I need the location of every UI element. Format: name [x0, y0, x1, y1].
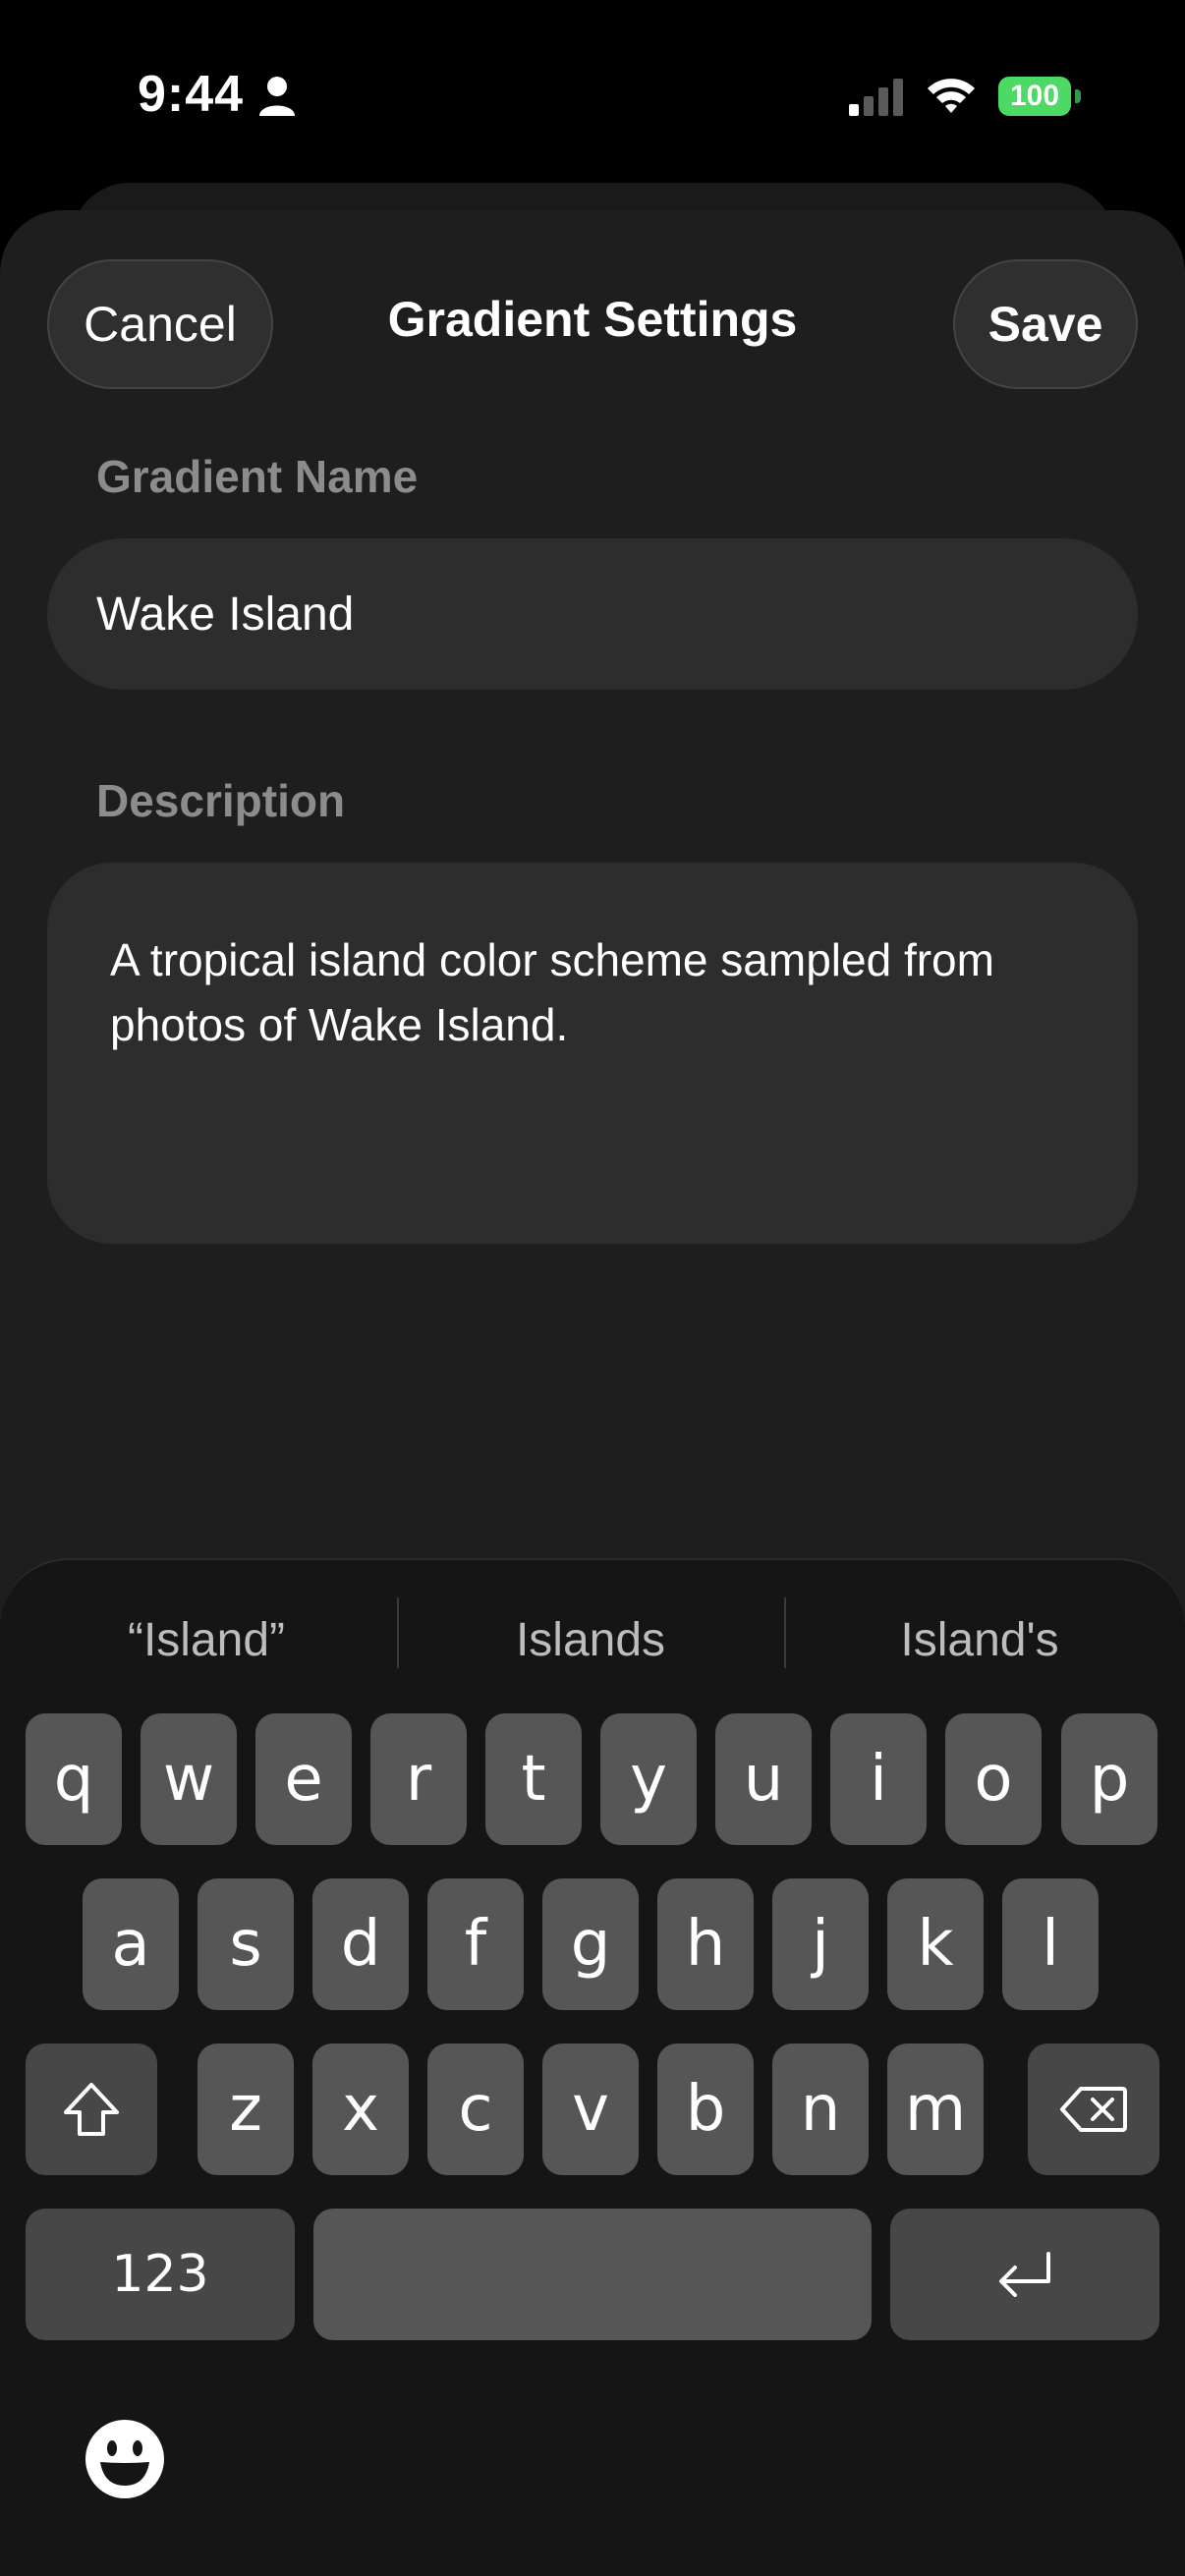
delete-key[interactable]	[1028, 2044, 1159, 2175]
wifi-icon	[928, 79, 975, 113]
key-s[interactable]: s	[198, 1878, 294, 2010]
key-e[interactable]: e	[255, 1713, 352, 1845]
key-k[interactable]: k	[887, 1878, 984, 2010]
backspace-icon	[1060, 2087, 1127, 2132]
key-z[interactable]: z	[198, 2044, 294, 2175]
gradient-name-input[interactable]: Wake Island	[47, 538, 1138, 690]
description-textarea[interactable]: A tropical island color scheme sampled f…	[47, 863, 1138, 1244]
key-t[interactable]: t	[485, 1713, 582, 1845]
gradient-name-value: Wake Island	[96, 588, 355, 641]
key-x[interactable]: x	[312, 2044, 409, 2175]
key-p[interactable]: p	[1061, 1713, 1157, 1845]
key-n[interactable]: n	[772, 2044, 869, 2175]
key-i[interactable]: i	[830, 1713, 927, 1845]
shift-arrow-icon	[64, 2083, 119, 2136]
key-m[interactable]: m	[887, 2044, 984, 2175]
save-button[interactable]: Save	[953, 259, 1138, 389]
key-c[interactable]: c	[427, 2044, 524, 2175]
key-h[interactable]: h	[657, 1878, 754, 2010]
key-v[interactable]: v	[542, 2044, 639, 2175]
key-j[interactable]: j	[772, 1878, 869, 2010]
suggestion-item[interactable]: Islands	[397, 1601, 784, 1680]
status-bar: 9:44 100	[0, 0, 1185, 187]
key-q[interactable]: q	[26, 1713, 122, 1845]
key-f[interactable]: f	[427, 1878, 524, 2010]
emoji-icon[interactable]	[85, 2419, 165, 2499]
key-d[interactable]: d	[312, 1878, 409, 2010]
key-g[interactable]: g	[542, 1878, 639, 2010]
key-l[interactable]: l	[1002, 1878, 1099, 2010]
key-a[interactable]: a	[83, 1878, 179, 2010]
key-y[interactable]: y	[600, 1713, 697, 1845]
description-label: Description	[96, 775, 346, 826]
suggestion-item[interactable]: “Island”	[39, 1601, 373, 1680]
return-key[interactable]	[890, 2209, 1159, 2340]
suggestion-item[interactable]: Island's	[786, 1601, 1173, 1680]
key-o[interactable]: o	[945, 1713, 1042, 1845]
key-u[interactable]: u	[715, 1713, 812, 1845]
battery-level: 100	[998, 77, 1071, 116]
shift-key[interactable]	[26, 2044, 157, 2175]
key-b[interactable]: b	[657, 2044, 754, 2175]
person-icon	[259, 77, 295, 116]
battery-tip	[1075, 89, 1081, 103]
return-arrow-icon	[999, 2252, 1050, 2297]
key-w[interactable]: w	[141, 1713, 237, 1845]
gradient-name-label: Gradient Name	[96, 451, 419, 502]
status-time: 9:44	[138, 66, 245, 123]
description-value: A tropical island color scheme sampled f…	[110, 934, 994, 1050]
space-key[interactable]	[313, 2209, 872, 2340]
key-r[interactable]: r	[370, 1713, 467, 1845]
cellular-signal-icon	[849, 79, 903, 116]
numbers-key[interactable]: 123	[26, 2209, 295, 2340]
battery-indicator: 100	[998, 77, 1081, 116]
